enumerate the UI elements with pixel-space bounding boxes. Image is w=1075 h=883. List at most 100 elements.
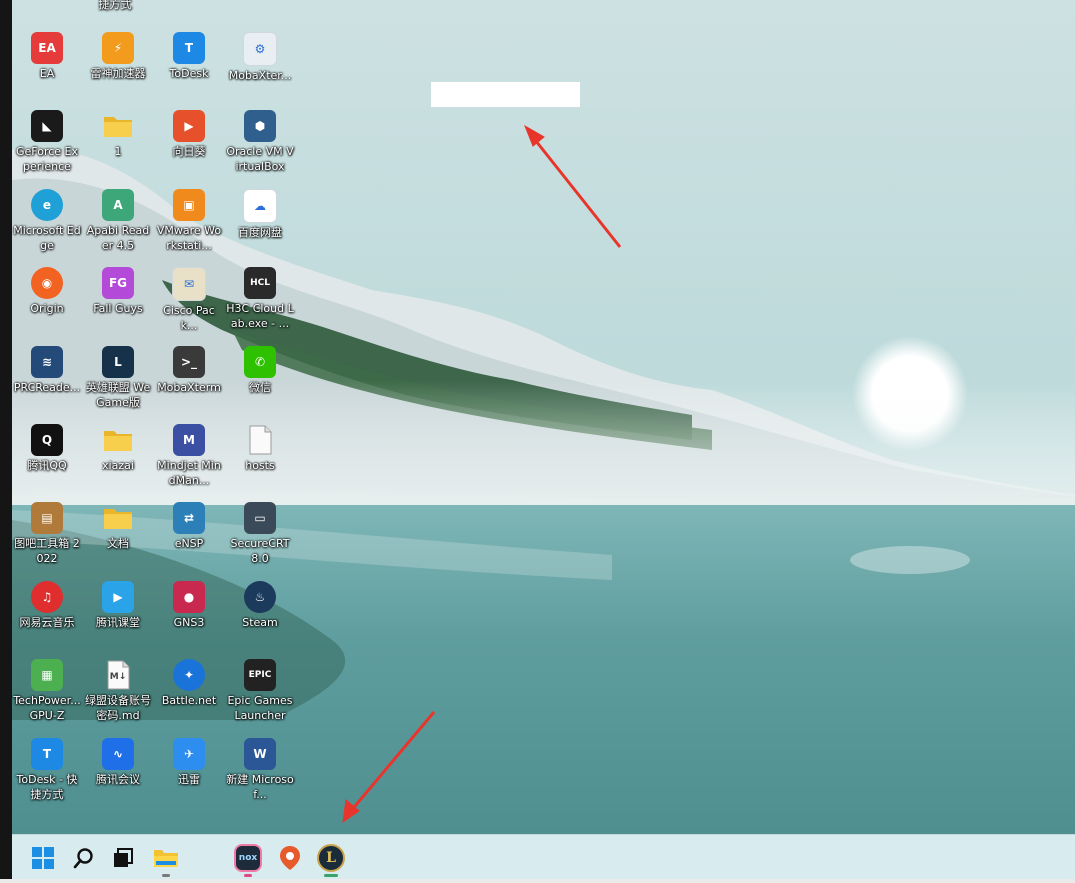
desktop-icon-partial[interactable]: 捷方式 [81,0,149,12]
file-explorer-button[interactable] [151,843,181,877]
desktop-icon-origin[interactable]: ◉ Origin [13,267,81,316]
desktop-icon-lol[interactable]: L 英雄联盟 WeGame版 [84,346,152,410]
desktop-icon-battlenet[interactable]: ✦ Battle.net [155,659,223,708]
desktop-icon-vmware[interactable]: ▣ VMware Workstati... [155,189,223,253]
lol-taskbar-button[interactable]: L [316,843,346,877]
location-pin-icon [280,846,300,870]
file-icon [244,424,276,456]
desktop-icon-mindjet[interactable]: M Mindjet MindMan... [155,424,223,488]
desktop-icon-label: 绿盟设备账号 密码.md [85,694,151,722]
desktop-icon-label: 腾讯QQ [27,459,67,472]
tencent-classroom-icon: ▶ [102,581,134,613]
desktop-icon-wendang[interactable]: 文档 [84,502,152,551]
task-view-button[interactable] [108,843,138,873]
desktop-icon-h3c[interactable]: HCL H3C Cloud Lab.exe - ... [226,267,294,331]
desktop-icon-lvmeng[interactable]: M↓ 绿盟设备账号 密码.md [84,659,152,723]
desktop-icon-label: H3C Cloud Lab.exe - ... [226,302,294,330]
word-document-icon: W [244,738,276,770]
desktop-icon-prcreader[interactable]: ≋ PRCReade... [13,346,81,395]
screen: 捷方式 EA EA ⚡ 雷神加速器 T ToDesk ⚙ MobaXter... ◣ GeForc… [0,0,1075,883]
desktop-icon-label: TechPower... GPU-Z [13,694,81,722]
desktop-icon-mobaxterm2[interactable]: >_ MobaXterm [155,346,223,395]
netease-music-icon: ♫ [31,581,63,613]
desktop-icon-fallguys[interactable]: FG Fall Guys [84,267,152,316]
desktop-icon-label: 1 [114,145,122,158]
desktop-icon-label: 雷神加速器 [90,67,146,80]
desktop-icon-leishen[interactable]: ⚡ 雷神加速器 [84,32,152,81]
desktop-icon-gpuz[interactable]: ▦ TechPower... GPU-Z [13,659,81,723]
desktop-icon-baidupan[interactable]: ☁ 百度网盘 [226,189,294,240]
desktop-icon-steam[interactable]: ♨ Steam [226,581,294,630]
desktop-icon-label: Battle.net [161,694,217,707]
gns3-icon: ● [173,581,205,613]
desktop-icon-xiangrikui[interactable]: ▶ 向日葵 [155,110,223,159]
todesk-shortcut-icon: T [31,738,63,770]
gpu-z-icon: ▦ [31,659,63,691]
desktop-icon-xiazai[interactable]: xiazai [84,424,152,473]
desktop-icon-tubaxiang[interactable]: ▤ 图吧工具箱 2022 [13,502,81,566]
left-window-border [0,0,12,883]
desktop-icon-qq[interactable]: Q 腾讯QQ [13,424,81,473]
start-icon [32,847,54,869]
cisco-packet-tracer-icon: ✉ [172,267,206,301]
epic-games-icon: EPIC [244,659,276,691]
desktop-icon-virtualbox[interactable]: ⬢ Oracle VM VirtualBox [226,110,294,174]
bottom-border [0,879,1075,883]
desktop-icon-word[interactable]: W 新建 Microsof... [226,738,294,802]
desktop-icon-label: Cisco Pack... [163,304,215,332]
desktop-icon-label: VMware Workstati... [156,224,222,252]
desktop-icon-txketang[interactable]: ▶ 腾讯课堂 [84,581,152,630]
desktop-icon-netease[interactable]: ♫ 网易云音乐 [13,581,81,630]
baidu-netdisk-icon: ☁ [243,189,277,223]
desktop-icon-label: 捷方式 [98,0,132,11]
desktop-icon-edge[interactable]: e Microsoft Edge [13,189,81,253]
desktop-icon-todesk[interactable]: T ToDesk [155,32,223,81]
desktop-icon-label: 英雄联盟 WeGame版 [85,381,151,409]
desktop-icon-epic[interactable]: EPIC Epic Games Launcher [226,659,294,723]
folder-icon [102,110,134,142]
start-button[interactable] [28,843,58,873]
desktop-icon-label: 腾讯会议 [96,773,140,786]
tencent-meeting-icon: ∿ [102,738,134,770]
desktop-icon-txmeeting[interactable]: ∿ 腾讯会议 [84,738,152,787]
blank-highlight-box [431,82,580,107]
mindmanager-icon: M [173,424,205,456]
desktop-icon-label: MobaXter... [228,69,292,82]
desktop-icon-label: 向日葵 [172,145,206,158]
desktop-icon-label: Origin [30,302,64,315]
desktop-icon-apabi[interactable]: A Apabi Reader 4.5 [84,189,152,253]
sunlogin-icon: ▶ [173,110,205,142]
desktop-icon-gns3[interactable]: ● GNS3 [155,581,223,630]
desktop-icon-label: 文档 [107,537,129,550]
desktop-icon-mobaxterm1[interactable]: ⚙ MobaXter... [226,32,294,83]
desktop-icon-label: ToDesk - 快 捷方式 [16,773,78,801]
desktop-icon-label: xiazai [102,459,134,472]
desktop-icon-folder1[interactable]: 1 [84,110,152,159]
leishen-accelerator-icon: ⚡ [102,32,134,64]
desktop-icon-geforce[interactable]: ◣ GeForce Experience [13,110,81,174]
desktop-icon-todesk2[interactable]: T ToDesk - 快 捷方式 [13,738,81,802]
geforce-experience-icon: ◣ [31,110,63,142]
desktop-icon-label: Apabi Reader 4.5 [86,224,150,252]
desktop-icon-label: 图吧工具箱 2022 [14,537,80,565]
securecrt-icon: ▭ [244,502,276,534]
desktop-icon-securecrt[interactable]: ▭ SecureCRT 8.0 [226,502,294,566]
desktop-icon-label: Fall Guys [93,302,143,315]
desktop-icon-label: EA [39,67,55,80]
desktop-icon-wechat[interactable]: ✆ 微信 [226,346,294,395]
desktop-icon-label: GNS3 [173,616,205,629]
nox-player-button[interactable]: nox [233,843,263,877]
desktop-icon-cisco[interactable]: ✉ Cisco Pack... [155,267,223,333]
search-button[interactable] [69,843,99,873]
desktop-icon-ensp[interactable]: ⇄ eNSP [155,502,223,551]
maps-button[interactable] [275,843,305,873]
desktop-icon-ea[interactable]: EA EA [13,32,81,81]
desktop[interactable]: 捷方式 EA EA ⚡ 雷神加速器 T ToDesk ⚙ MobaXter... ◣ GeForc… [12,0,1075,834]
desktop-icon-hosts[interactable]: hosts [226,424,294,473]
apabi-reader-icon: A [102,189,134,221]
desktop-icon-label: Epic Games Launcher [227,694,293,722]
virtualbox-icon: ⬢ [244,110,276,142]
desktop-icon-label: 新建 Microsof... [226,773,294,801]
desktop-icon-xunlei[interactable]: ✈ 迅雷 [155,738,223,787]
desktop-icon-label: eNSP [174,537,204,550]
